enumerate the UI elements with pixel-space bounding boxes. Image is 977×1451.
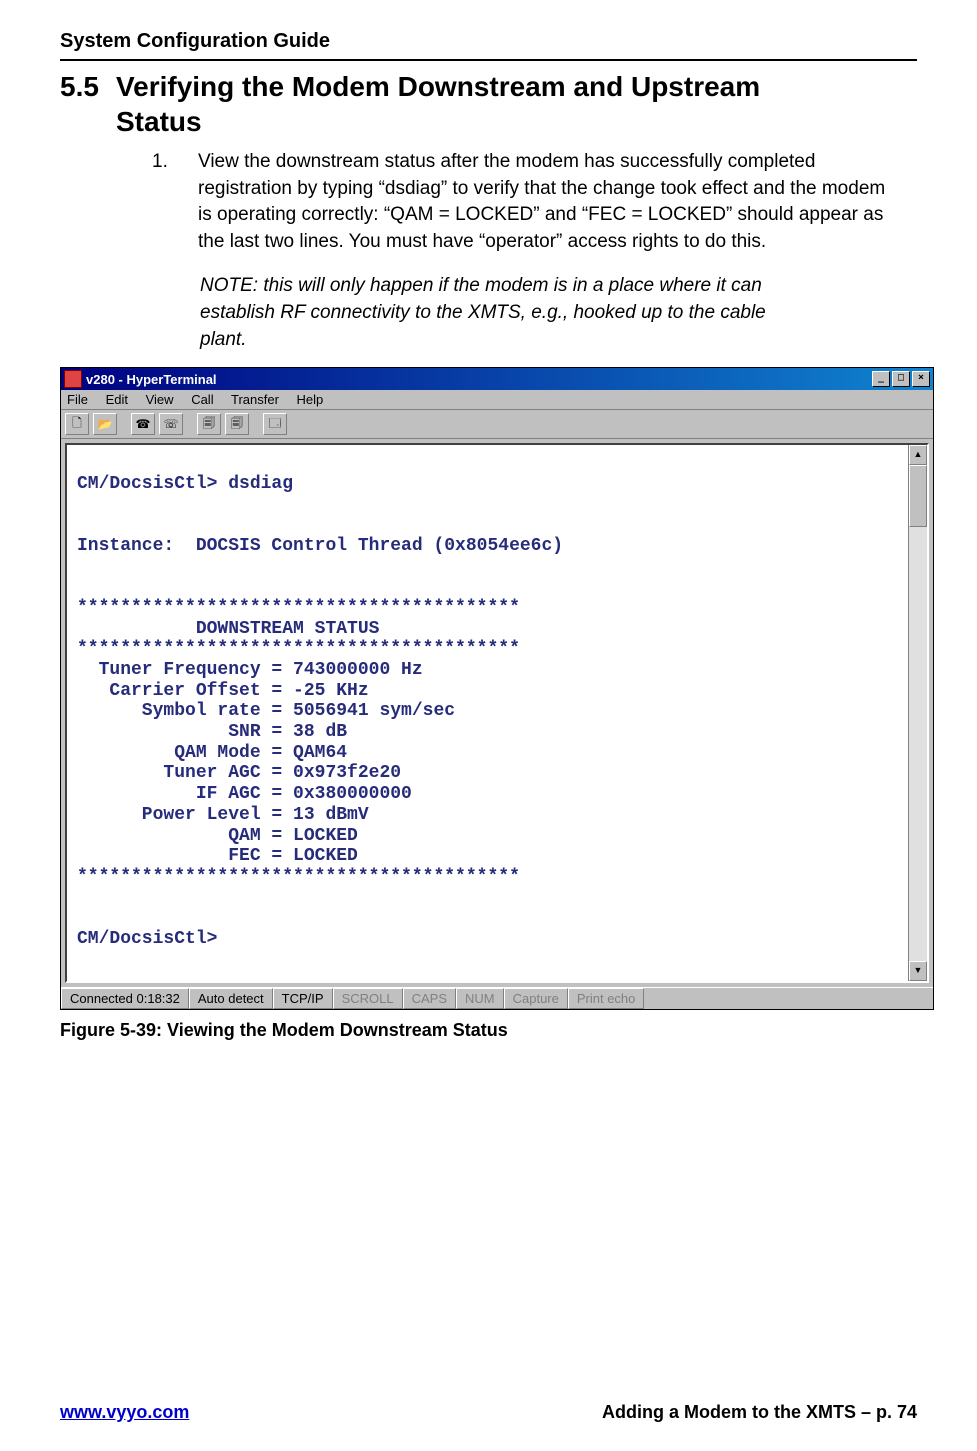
status-num: NUM: [456, 988, 504, 1009]
status-print-echo: Print echo: [568, 988, 645, 1009]
section-title-line2: Status: [116, 106, 202, 137]
section-number: 5.5: [60, 69, 116, 104]
scroll-thumb[interactable]: [909, 465, 927, 527]
hyperterminal-window: v280 - HyperTerminal _ □ × File Edit Vie…: [60, 367, 934, 1010]
status-scroll: SCROLL: [333, 988, 403, 1009]
toolbar-new-icon[interactable]: 🗋: [65, 413, 89, 435]
section-title-line1: Verifying the Modem Downstream and Upstr…: [116, 71, 760, 102]
status-protocol: TCP/IP: [273, 988, 333, 1009]
toolbar-connect-icon[interactable]: ☎: [131, 413, 155, 435]
step-text: View the downstream status after the mod…: [198, 149, 887, 255]
status-detect: Auto detect: [189, 988, 273, 1009]
footer-url[interactable]: www.vyyo.com: [60, 1402, 189, 1423]
header-rule: [60, 59, 917, 61]
vertical-scrollbar[interactable]: ▲ ▼: [908, 445, 927, 981]
section-title: 5.5Verifying the Modem Downstream and Up…: [60, 69, 917, 139]
page-footer: www.vyyo.com Adding a Modem to the XMTS …: [60, 1402, 917, 1423]
menu-view[interactable]: View: [146, 392, 174, 407]
menu-transfer[interactable]: Transfer: [231, 392, 279, 407]
step-1: 1. View the downstream status after the …: [152, 149, 887, 255]
step-number: 1.: [152, 149, 198, 176]
footer-right: Adding a Modem to the XMTS – p. 74: [602, 1402, 917, 1423]
status-caps: CAPS: [403, 988, 456, 1009]
menu-edit[interactable]: Edit: [106, 392, 128, 407]
terminal-output[interactable]: CM/DocsisCtl> dsdiag Instance: DOCSIS Co…: [67, 445, 908, 981]
menu-help[interactable]: Help: [297, 392, 324, 407]
app-icon: [64, 370, 82, 388]
section-title-text: Verifying the Modem Downstream and Upstr…: [116, 69, 760, 139]
toolbar-receive-icon[interactable]: 🗐: [225, 413, 249, 435]
status-connected: Connected 0:18:32: [61, 988, 189, 1009]
scroll-down-icon[interactable]: ▼: [909, 961, 927, 981]
menubar: File Edit View Call Transfer Help: [61, 390, 933, 410]
minimize-button[interactable]: _: [872, 371, 890, 387]
figure-caption: Figure 5-39: Viewing the Modem Downstrea…: [60, 1020, 917, 1041]
note-text: NOTE: this will only happen if the modem…: [200, 273, 797, 353]
menu-file[interactable]: File: [67, 392, 88, 407]
toolbar-open-icon[interactable]: 📂: [93, 413, 117, 435]
window-titlebar[interactable]: v280 - HyperTerminal _ □ ×: [61, 368, 933, 390]
scroll-track[interactable]: [909, 465, 927, 961]
window-title: v280 - HyperTerminal: [86, 372, 870, 387]
toolbar-send-icon[interactable]: 🗐: [197, 413, 221, 435]
toolbar: 🗋 📂 ☎ ☏ 🗐 🗐 🗔: [61, 410, 933, 439]
scroll-up-icon[interactable]: ▲: [909, 445, 927, 465]
close-button[interactable]: ×: [912, 371, 930, 387]
menu-call[interactable]: Call: [191, 392, 213, 407]
toolbar-disconnect-icon[interactable]: ☏: [159, 413, 183, 435]
page-header: System Configuration Guide: [60, 30, 917, 53]
toolbar-properties-icon[interactable]: 🗔: [263, 413, 287, 435]
maximize-button[interactable]: □: [892, 371, 910, 387]
status-capture: Capture: [504, 988, 568, 1009]
statusbar: Connected 0:18:32 Auto detect TCP/IP SCR…: [61, 987, 933, 1009]
